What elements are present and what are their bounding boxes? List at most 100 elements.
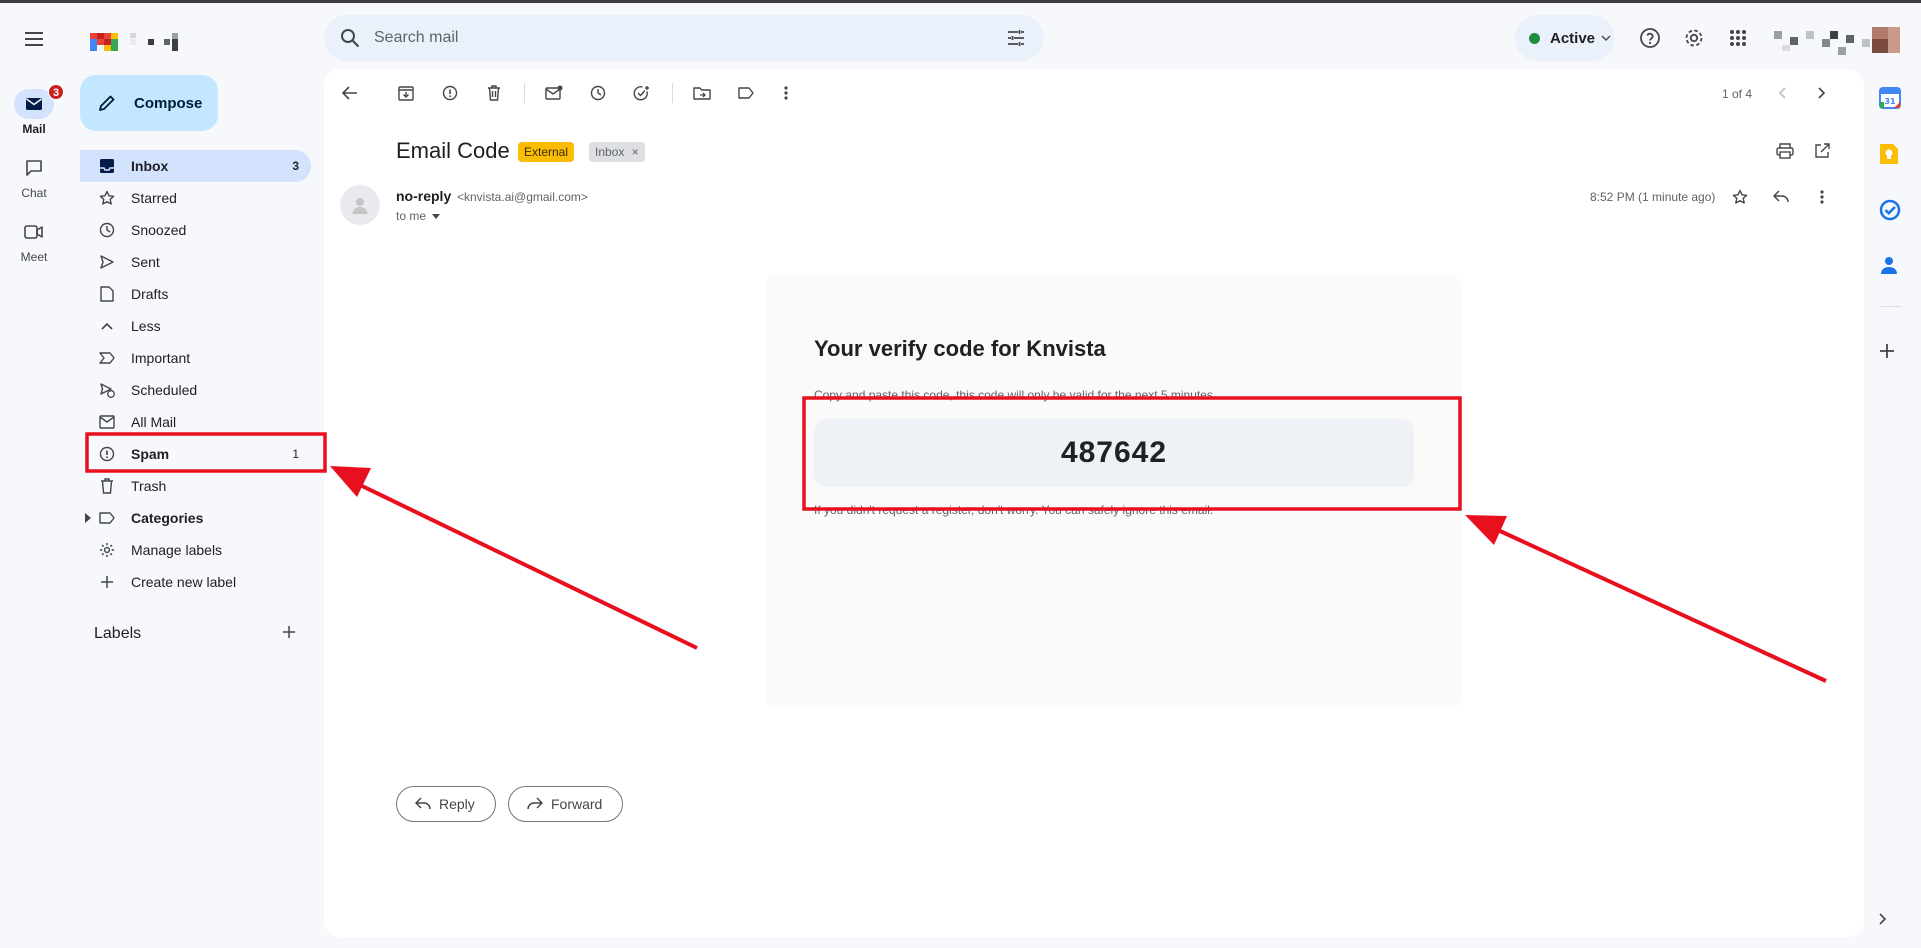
sidebar-label: Sent [131, 254, 160, 270]
sidebar-label: Spam [131, 446, 170, 462]
mark-unread-button[interactable] [538, 75, 570, 111]
plus-icon [1880, 344, 1894, 358]
sidebar-item-important[interactable]: Important [80, 342, 311, 374]
chevron-up-icon [97, 316, 117, 336]
get-addons-button[interactable] [1879, 343, 1903, 367]
side-panel-divider [1881, 306, 1901, 307]
star-button[interactable] [1724, 179, 1756, 215]
calendar-app-button[interactable]: 31 [1879, 87, 1903, 111]
logo-mark-icon [90, 33, 178, 51]
sidebar-item-inbox[interactable]: Inbox 3 [80, 150, 311, 182]
caret-right-icon[interactable] [85, 513, 91, 523]
report-spam-button[interactable] [434, 75, 466, 111]
verification-code[interactable]: 487642 [814, 419, 1414, 487]
plus-icon [283, 626, 295, 638]
sidebar-item-snoozed[interactable]: Snoozed [80, 214, 311, 246]
message-more-button[interactable] [1806, 179, 1838, 215]
sidebar-item-less[interactable]: Less [80, 310, 311, 342]
sidebar-label: Scheduled [131, 382, 198, 398]
add-label-button[interactable] [282, 625, 296, 639]
account-avatar[interactable] [1774, 23, 1904, 59]
compose-button[interactable]: Compose [80, 75, 218, 131]
rail-item-meet[interactable]: Meet [0, 217, 68, 264]
archive-button[interactable] [390, 75, 422, 111]
unread-count: 3 [292, 159, 299, 173]
labels-button[interactable] [730, 75, 762, 111]
trash-icon [97, 476, 117, 496]
main-menu-button[interactable] [14, 19, 54, 59]
rail-label-mail: Mail [22, 122, 46, 136]
forward-button[interactable]: Forward [508, 786, 624, 822]
hide-side-panel-button[interactable] [1879, 913, 1903, 937]
gear-icon [97, 540, 117, 560]
all-mail-icon [97, 412, 117, 432]
recipient-details[interactable]: to me [396, 209, 441, 223]
chat-icon [26, 160, 42, 176]
rail-label-chat: Chat [21, 186, 47, 200]
delete-button[interactable] [478, 75, 510, 111]
sidebar-item-create-label[interactable]: Create new label [80, 566, 311, 598]
sidebar-item-scheduled[interactable]: Scheduled [80, 374, 311, 406]
sender-address: <knvista.ai@gmail.com> [457, 190, 588, 204]
help-button[interactable] [1630, 18, 1670, 58]
rail-label-meet: Meet [20, 250, 48, 264]
mark-unread-icon [545, 85, 563, 100]
apps-grid-icon [1730, 30, 1746, 46]
add-to-tasks-button[interactable] [626, 75, 658, 111]
sidebar-item-starred[interactable]: Starred [80, 182, 311, 214]
back-button[interactable] [334, 75, 366, 111]
print-icon [1776, 143, 1794, 159]
help-icon [1640, 28, 1660, 48]
forward-label: Forward [551, 796, 603, 812]
sidebar-item-spam[interactable]: Spam 1 [80, 438, 311, 470]
tasks-app-button[interactable] [1879, 199, 1903, 223]
open-new-window-button[interactable] [1806, 133, 1838, 169]
label-icon [97, 508, 117, 528]
search-input[interactable]: Search mail [374, 29, 458, 47]
add-task-icon [633, 86, 649, 101]
status-dropdown[interactable]: Active [1515, 15, 1615, 61]
more-actions-button[interactable] [770, 75, 802, 111]
toolbar-divider [524, 83, 525, 103]
arrow-left-icon [342, 86, 357, 100]
chevron-right-icon [1818, 87, 1826, 99]
sidebar-label: Snoozed [131, 222, 187, 238]
sidebar-item-trash[interactable]: Trash [80, 470, 311, 502]
inbox-label-chip[interactable]: Inbox × [589, 142, 645, 162]
settings-button[interactable] [1674, 18, 1714, 58]
search-bar[interactable]: Search mail [324, 15, 1044, 61]
archive-icon [398, 86, 414, 101]
sidebar-item-manage-labels[interactable]: Manage labels [80, 534, 311, 566]
print-button[interactable] [1769, 133, 1801, 169]
reply-button[interactable]: Reply [396, 786, 496, 822]
draft-icon [97, 284, 117, 304]
sidebar-item-sent[interactable]: Sent [80, 246, 311, 278]
search-options-icon[interactable] [1006, 28, 1026, 48]
rail-item-mail[interactable]: 3 Mail [0, 84, 68, 136]
remove-label-icon[interactable]: × [632, 145, 639, 159]
sidebar-label: Categories [131, 510, 204, 526]
newer-button[interactable] [1766, 75, 1798, 111]
gmail-logo[interactable] [90, 27, 200, 57]
contacts-icon [1881, 257, 1897, 274]
search-icon [341, 29, 360, 48]
sender-name[interactable]: no-reply [396, 188, 451, 204]
apps-button[interactable] [1718, 18, 1758, 58]
reply-icon-button[interactable] [1765, 179, 1797, 215]
contacts-app-button[interactable] [1879, 255, 1903, 279]
snooze-button[interactable] [582, 75, 614, 111]
more-vert-icon [784, 86, 788, 100]
keep-app-button[interactable] [1879, 143, 1903, 167]
move-to-button[interactable] [686, 75, 718, 111]
label-icon [738, 87, 754, 99]
rail-item-chat[interactable]: Chat [0, 153, 68, 200]
inbox-label-text: Inbox [595, 145, 625, 159]
sidebar-item-drafts[interactable]: Drafts [80, 278, 311, 310]
sidebar-item-all-mail[interactable]: All Mail [80, 406, 311, 438]
sidebar-item-categories[interactable]: Categories [80, 502, 311, 534]
email-footer-text: If you didn't request a register, don't … [814, 503, 1214, 517]
recipient-label: to me [396, 209, 427, 223]
older-button[interactable] [1806, 75, 1838, 111]
inbox-icon [97, 156, 117, 176]
mail-icon [26, 98, 42, 110]
